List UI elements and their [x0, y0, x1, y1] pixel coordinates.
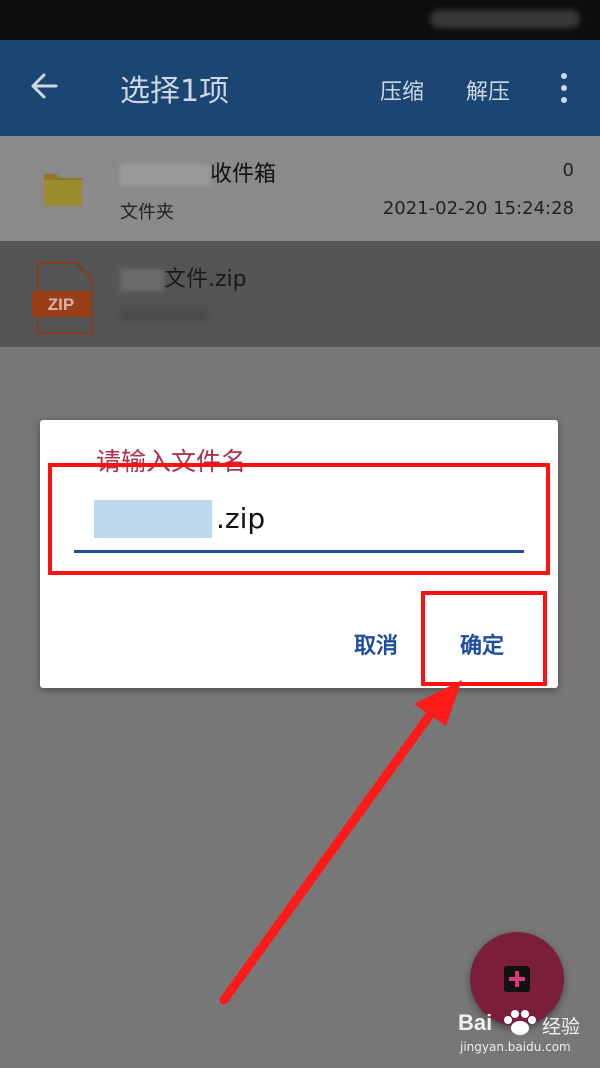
status-icons-blurred — [430, 10, 580, 28]
highlight-box-ok — [421, 591, 547, 686]
back-arrow-icon[interactable] — [26, 68, 62, 104]
watermark-url: jingyan.baidu.com — [460, 1040, 571, 1054]
watermark-suffix: 经验 — [542, 1016, 581, 1038]
file-row[interactable]: 收件箱 文件夹 0 2021-02-20 15:24:28 — [0, 136, 600, 241]
paw-icon — [504, 1010, 536, 1035]
file-meta-redacted — [120, 303, 208, 324]
plus-icon — [504, 966, 530, 992]
folder-icon — [44, 174, 82, 206]
name-redaction — [120, 269, 164, 291]
more-options-icon[interactable] — [552, 70, 576, 106]
meta-redaction — [120, 306, 208, 322]
status-bar — [0, 0, 600, 40]
watermark-brand: Bai — [458, 1010, 493, 1035]
name-redaction — [120, 164, 210, 186]
highlight-box-input — [48, 463, 550, 575]
cancel-button[interactable]: 取消 — [354, 628, 398, 660]
zip-file-icon: ZIP — [32, 262, 93, 334]
file-name: 文件.zip — [120, 261, 247, 293]
file-type: 文件夹 — [120, 202, 174, 223]
page-title: 选择1项 — [120, 74, 230, 109]
app-bar: 选择1项 压缩 解压 — [0, 40, 600, 136]
file-name: 收件箱 — [120, 156, 276, 188]
watermark: Bai 经验 jingyan.baidu.com — [458, 1010, 588, 1060]
modified-date: 2021-02-20 15:24:28 — [382, 198, 574, 219]
zip-label: ZIP — [48, 295, 74, 314]
compress-button[interactable]: 压缩 — [380, 74, 424, 106]
item-count: 0 — [562, 160, 574, 181]
file-row[interactable]: ZIP 文件.zip — [0, 241, 600, 347]
extract-button[interactable]: 解压 — [466, 74, 510, 106]
